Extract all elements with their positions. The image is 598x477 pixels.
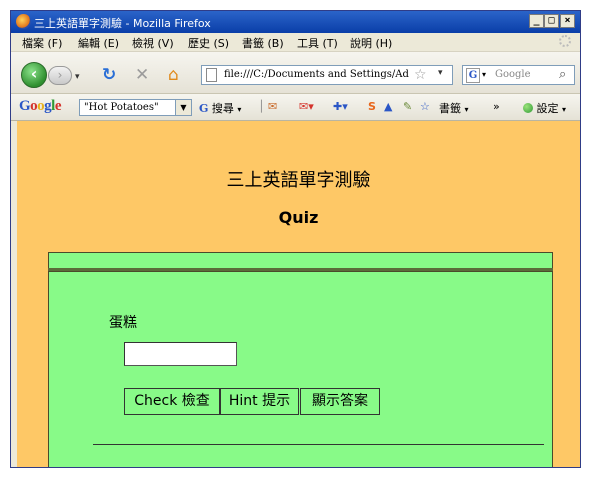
search-bar[interactable]: G ▾ Google ⌕: [462, 65, 575, 85]
forward-arrow-icon[interactable]: ›: [48, 66, 72, 85]
url-dropdown-icon[interactable]: ▾: [438, 68, 443, 78]
search-placeholder: Google: [495, 69, 531, 80]
google-search-label: 搜尋: [211, 102, 234, 115]
page-content: 三上英語單字測驗 Quiz 蛋糕 Check 檢查 Hint 提示 顯示答案: [17, 121, 580, 467]
question-word: 蛋糕: [109, 315, 137, 331]
settings-menu[interactable]: 設定 ▾: [523, 100, 566, 116]
question-panel: 蛋糕 Check 檢查 Hint 提示 顯示答案: [48, 271, 553, 467]
stop-icon[interactable]: ✕: [135, 66, 149, 84]
menu-help[interactable]: 說明 (H): [350, 35, 392, 51]
minimize-button[interactable]: _: [529, 14, 544, 28]
bookmarks-label: 書籤: [439, 102, 461, 115]
show-answer-button[interactable]: 顯示答案: [300, 388, 380, 415]
search-icon[interactable]: ⌕: [559, 67, 566, 82]
bookmarks-menu[interactable]: 書籤 ▾: [439, 100, 469, 116]
engine-dropdown-icon[interactable]: ▾: [482, 70, 486, 79]
history-dropdown-icon[interactable]: ▾: [75, 68, 80, 86]
quiz-title: Quiz: [278, 208, 319, 227]
browser-window: 三上英語單字測驗 - Mozilla Firefox _ □ × 檔案 (F) …: [10, 10, 581, 468]
panel-header: [48, 252, 553, 269]
check-button[interactable]: Check 檢查: [124, 388, 220, 415]
translate-icon[interactable]: ✎: [403, 100, 412, 113]
menu-edit[interactable]: 編輯 (E): [78, 35, 119, 51]
google-engine-icon[interactable]: G: [466, 68, 480, 83]
google-logo: Google: [19, 98, 62, 115]
star-icon[interactable]: ☆: [420, 100, 430, 113]
settings-dropdown-icon: ▾: [562, 105, 567, 114]
hint-button[interactable]: Hint 提示: [220, 388, 299, 415]
more-chevron[interactable]: »: [493, 100, 500, 113]
news-icon[interactable]: ✉: [268, 100, 277, 113]
throbber-icon: [559, 35, 571, 47]
firefox-icon: [16, 14, 31, 29]
page-icon: [206, 68, 217, 82]
menu-history[interactable]: 歷史 (S): [188, 35, 229, 51]
bookmarks-dropdown-icon: ▾: [464, 105, 469, 114]
back-arrow-icon[interactable]: ‹: [21, 62, 47, 88]
navigation-toolbar: ‹ › ▾ ↻ ✕ ⌂ file:///C:/Documents and Set…: [11, 52, 580, 94]
page-title: 三上英語單字測驗: [226, 170, 371, 191]
google-toolbar: Google "Hot Potatoes" ▼ G 搜尋 ▾ │ ✉ ✉▾ ✚▾…: [11, 94, 580, 121]
google-g-icon: G: [199, 102, 209, 115]
answer-input[interactable]: [124, 342, 237, 366]
reload-icon[interactable]: ↻: [102, 66, 116, 84]
menu-tools[interactable]: 工具 (T): [297, 35, 338, 51]
separator-line: [93, 444, 544, 445]
address-bar[interactable]: file:///C:/Documents and Settings/Admini…: [201, 65, 453, 85]
scholar-icon[interactable]: ▲: [384, 100, 392, 113]
settings-label: 設定: [536, 102, 559, 115]
menu-bookmarks[interactable]: 書籤 (B): [242, 35, 284, 51]
menu-view[interactable]: 檢視 (V): [132, 35, 174, 51]
close-button[interactable]: ×: [560, 14, 575, 28]
maximize-button[interactable]: □: [544, 14, 559, 28]
google-logo-letter: G: [19, 98, 31, 114]
title-bar: 三上英語單字測驗 - Mozilla Firefox _ □ ×: [11, 11, 580, 33]
home-icon[interactable]: ⌂: [168, 66, 179, 84]
spell-icon[interactable]: S: [368, 100, 376, 113]
plus-icon[interactable]: ✚▾: [333, 100, 348, 113]
menu-file[interactable]: 檔案 (F): [22, 35, 62, 51]
gmail-icon[interactable]: ✉▾: [299, 100, 314, 113]
bookmark-star-icon[interactable]: ☆: [414, 67, 427, 83]
google-search-box[interactable]: "Hot Potatoes" ▼: [79, 99, 192, 116]
toolbar-separator-icon: │: [258, 100, 265, 113]
window-title: 三上英語單字測驗 - Mozilla Firefox: [34, 17, 211, 30]
url-text: file:///C:/Documents and Settings/Admini…: [224, 69, 409, 80]
google-search-dropdown-icon[interactable]: ▼: [175, 100, 191, 115]
google-search-value: "Hot Potatoes": [84, 102, 159, 113]
settings-icon: [523, 103, 533, 113]
search-dropdown-icon: ▾: [237, 105, 242, 114]
menu-bar: 檔案 (F) 編輯 (E) 檢視 (V) 歷史 (S) 書籤 (B) 工具 (T…: [11, 33, 580, 52]
google-search-button[interactable]: G 搜尋 ▾: [199, 100, 241, 116]
google-logo-letter: e: [54, 98, 62, 114]
